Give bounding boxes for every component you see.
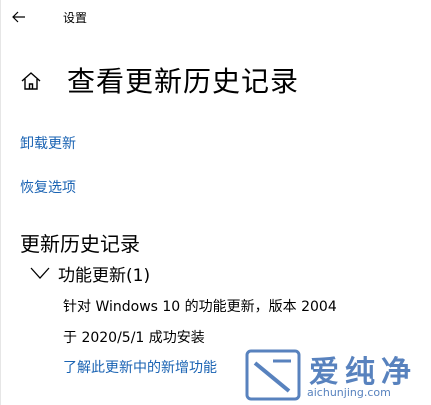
back-button[interactable] [8,6,30,28]
update-name: 针对 Windows 10 的功能更新，版本 2004 [63,299,337,315]
title-bar: 设置 [0,0,431,36]
chevron-down-icon [30,267,50,279]
feature-updates-group-toggle[interactable]: 功能更新(1) [30,262,151,286]
back-arrow-icon [12,11,25,23]
left-divider [0,0,1,405]
uninstall-updates-link[interactable]: 卸载更新 [20,133,76,153]
window-title: 设置 [63,11,88,25]
watermark-url: aichunjing.com [307,386,391,399]
settings-window: 设置 查看更新历史记录 卸载更新 恢复选项 更新历史记录 功能更新(1) 针对 … [0,0,431,405]
watermark-text: 爱纯净 [309,355,417,390]
watermark-emblem [245,349,301,401]
update-install-status: 于 2020/5/1 成功安装 [63,330,205,346]
learn-whats-new-link[interactable]: 了解此更新中的新增功能 [63,357,217,377]
home-icon[interactable] [20,70,42,92]
update-history-heading: 更新历史记录 [20,232,140,256]
page-title: 查看更新历史记录 [67,65,300,98]
feature-updates-group-label: 功能更新(1) [58,265,151,286]
watermark-logo: 爱纯净 aichunjing.com [243,345,431,405]
recovery-options-link[interactable]: 恢复选项 [20,177,76,197]
